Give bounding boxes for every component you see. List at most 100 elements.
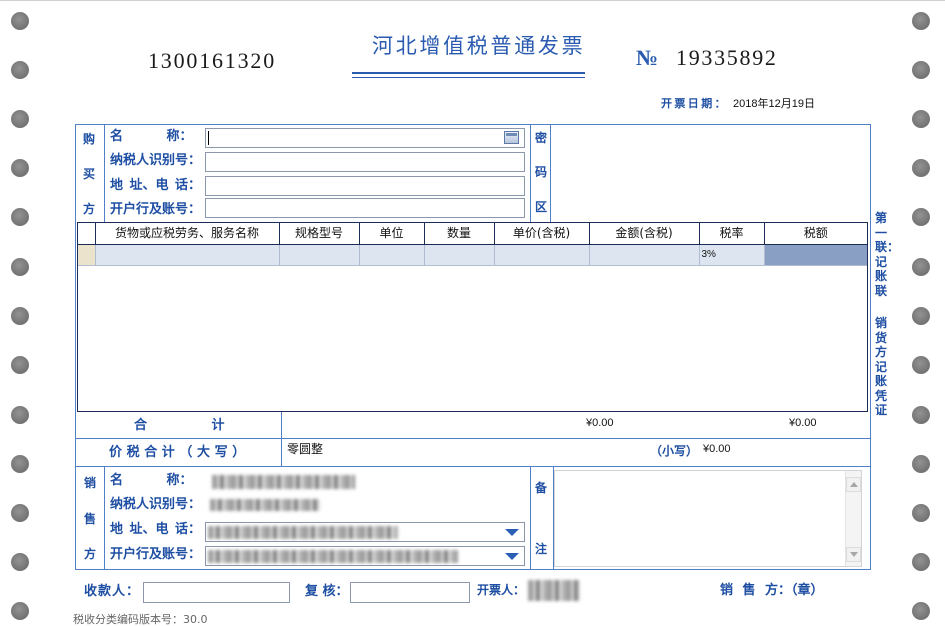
perforation-hole [11, 356, 29, 374]
rule-seller-label-divider [104, 466, 105, 569]
rule-cipher-left [530, 124, 531, 222]
table-icon-bar [506, 133, 517, 136]
cell-spec[interactable] [279, 244, 360, 266]
remarks-label-2: 注 [535, 542, 548, 556]
seller-section-label-1: 销 [84, 476, 97, 490]
buyer-section-label-3: 方 [83, 202, 96, 216]
perforation-hole [11, 12, 29, 30]
seller-tax-id-label: 纳税人识别号： [110, 497, 202, 512]
copy-note-part1: 第一联：记账联 [875, 211, 900, 298]
remarks-scrollbar[interactable] [845, 471, 861, 566]
cipher-area-label-3: 区 [535, 200, 548, 214]
row-marker[interactable] [78, 244, 96, 266]
cell-unit[interactable] [359, 244, 425, 266]
cell-goods-name[interactable] [95, 244, 280, 266]
row-marker-header [78, 223, 96, 245]
cell-tax[interactable] [764, 244, 867, 266]
buyer-bank-account-input[interactable] [205, 198, 525, 218]
table-icon[interactable] [504, 131, 519, 144]
grand-total-figures-label: （小写） [650, 444, 699, 458]
grand-total-in-figures: ¥0.00 [703, 443, 731, 455]
col-header-spec: 规格型号 [279, 223, 360, 245]
scroll-down-button[interactable] [846, 547, 861, 562]
title-underline [352, 72, 585, 74]
text-caret [208, 131, 209, 145]
items-header-row: 货物或应税劳务、服务名称 规格型号 单位 数量 单价(含税) 金额(含税) 税率… [78, 223, 867, 245]
cell-amount[interactable] [589, 244, 700, 266]
perforation-hole [912, 159, 930, 177]
remarks-textarea[interactable] [554, 470, 862, 567]
chevron-down-icon[interactable] [505, 529, 519, 536]
invoice-code: 1300161320 [148, 48, 276, 73]
seller-address-redacted [208, 526, 398, 539]
cipher-area-label-1: 密 [535, 131, 548, 145]
issuer-label: 开票人： [477, 583, 526, 597]
perforation-hole [912, 110, 930, 128]
seller-bank-redacted [208, 550, 458, 563]
remarks-label-1: 备 [535, 481, 548, 495]
buyer-tax-id-input[interactable] [205, 152, 525, 172]
payee-label: 收款人： [84, 584, 141, 599]
seller-bank-account-select[interactable] [205, 546, 525, 566]
title-underline-thin [352, 77, 585, 78]
rule-total-row-bottom [75, 438, 871, 439]
perforation-hole [912, 208, 930, 226]
col-header-goods-name: 货物或应税劳务、服务名称 [95, 223, 280, 245]
perforation-hole [912, 406, 930, 424]
buyer-section-label-2: 买 [83, 167, 96, 181]
perforation-hole [11, 553, 29, 571]
buyer-section-label-1: 购 [83, 132, 96, 146]
issue-date-label: 开票日期： [661, 97, 728, 110]
rule-grand-total-bottom [75, 466, 871, 467]
rule-cipher-right [550, 124, 551, 222]
perforation-hole [11, 307, 29, 325]
reviewer-input[interactable] [350, 582, 470, 603]
table-row[interactable]: 3% [78, 244, 867, 266]
perforation-hole [912, 356, 930, 374]
perforation-hole [11, 208, 29, 226]
total-tax: ¥0.00 [789, 417, 817, 429]
tax-code-version: 税收分类编码版本号：30.0 [73, 613, 208, 626]
perforation-hole [11, 602, 29, 620]
buyer-name-label: 名 称： [110, 129, 193, 144]
grand-total-in-words: 零圆整 [287, 442, 324, 456]
col-header-quantity: 数量 [424, 223, 495, 245]
seller-seal-label: 销 售 方：（章） [720, 583, 824, 598]
total-label: 合 计 [134, 418, 225, 433]
rule-buyer-label-divider [104, 124, 105, 222]
perforation-hole [11, 455, 29, 473]
chevron-down-icon[interactable] [505, 553, 519, 560]
grand-total-label: 价税合计（大写） [109, 445, 250, 460]
perforation-hole [11, 504, 29, 522]
cell-tax-rate[interactable]: 3% [699, 244, 765, 266]
cell-unit-price[interactable] [494, 244, 590, 266]
copy-note-part2: 销货方记账凭证 [875, 316, 888, 417]
rule-remarks-left [530, 466, 531, 569]
seller-address-phone-select[interactable] [205, 522, 525, 542]
cell-quantity[interactable] [424, 244, 495, 266]
perforation-hole [912, 258, 930, 276]
perforation-hole [11, 110, 29, 128]
seller-address-phone-label: 地 址、电 话： [110, 522, 202, 537]
perforation-hole [11, 61, 29, 79]
buyer-name-input[interactable] [205, 128, 525, 148]
items-table: 货物或应税劳务、服务名称 规格型号 单位 数量 单价(含税) 金额(含税) 税率… [78, 223, 867, 266]
perforation-hole [912, 61, 930, 79]
scroll-up-button[interactable] [846, 477, 861, 492]
payee-input[interactable] [143, 582, 290, 603]
reviewer-label: 复 核： [305, 584, 349, 599]
seller-section-label-2: 售 [84, 512, 97, 526]
perforation-hole [912, 455, 930, 473]
perforation-hole [912, 602, 930, 620]
perforation-hole [912, 307, 930, 325]
buyer-address-phone-label: 地 址、电 话： [110, 178, 202, 193]
issue-date: 2018年12月19日 [733, 98, 815, 110]
issuer-redacted [528, 580, 580, 601]
number-symbol: № [636, 45, 659, 70]
buyer-address-phone-input[interactable] [205, 176, 525, 196]
items-table-frame: 货物或应税劳务、服务名称 规格型号 单位 数量 单价(含税) 金额(含税) 税率… [77, 222, 868, 412]
buyer-bank-account-label: 开户行及账号： [110, 202, 202, 217]
col-header-tax-rate: 税率 [699, 223, 765, 245]
seller-name-redacted [212, 475, 355, 489]
col-header-unit: 单位 [359, 223, 425, 245]
